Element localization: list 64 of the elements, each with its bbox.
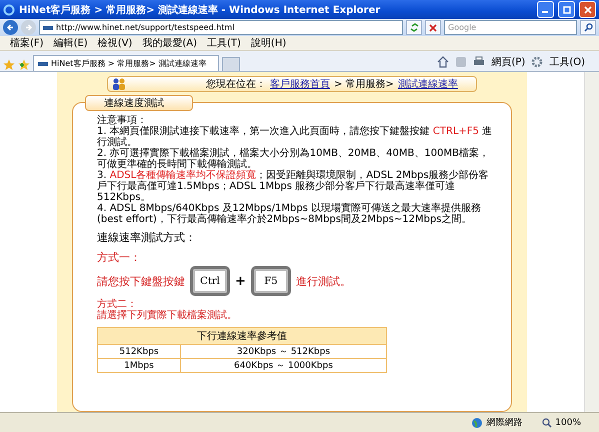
instruction-text: 請選擇下列實際下載檔案測試。 xyxy=(97,310,238,321)
table-cell: 320Kbps ～ 512Kbps xyxy=(180,344,386,358)
plus-sign: + xyxy=(235,274,246,288)
breadcrumb-link[interactable]: 客戶服務首頁 xyxy=(270,77,330,91)
minimize-button[interactable] xyxy=(537,1,554,18)
close-icon xyxy=(429,24,437,32)
note-paragraph: 2. 亦可選擇實際下載檔案測試，檔案大小分別為10MB、20MB、40MB、100MB檔案，可做更準確的長時間下載傳輸測試。 xyxy=(97,148,490,170)
browser-tab[interactable]: HiNet客戶服務 > 常用服務> 測試連線速率 xyxy=(33,55,219,71)
menu-item[interactable]: 我的最愛(A) xyxy=(142,36,197,50)
maximize-button[interactable] xyxy=(558,1,575,18)
table-header: 下行連線速率參考值 xyxy=(98,328,386,344)
browser-logo-icon xyxy=(3,4,15,16)
globe-icon xyxy=(471,416,484,428)
breadcrumb-label: 您現在位在： xyxy=(206,78,266,91)
table-cell: 640Kbps ～ 1000Kbps xyxy=(180,358,386,372)
instruction-text: 請您按下鍵盤按鍵 xyxy=(97,274,185,288)
keycap: F5 xyxy=(250,266,291,296)
star-icon xyxy=(3,59,15,71)
refresh-button[interactable] xyxy=(406,20,422,35)
people-icon xyxy=(112,78,126,90)
zoom-level[interactable]: 100% xyxy=(555,418,581,428)
table-cell: 1Mbps xyxy=(98,358,180,372)
gear-icon xyxy=(531,56,544,68)
feed-icon xyxy=(455,56,468,68)
keycap: Ctrl xyxy=(190,266,230,296)
instruction-text: 進行測試。 xyxy=(296,274,351,288)
note-paragraph: 4. ADSL 8Mbps/640Kbps 及12Mbps/1Mbps 以現場實際可傳送之最大速率提供服務(best effort)，下行最高傳輸速率介於2Mbps~8Mbps間及2Mbps~12Mbps之間。 xyxy=(97,203,482,225)
menu-item[interactable]: 檢視(V) xyxy=(98,36,132,50)
menu-item[interactable]: 工具(T) xyxy=(207,36,241,50)
add-star-icon xyxy=(18,59,30,71)
menu-item[interactable]: 檔案(F) xyxy=(10,36,44,50)
zoom-icon xyxy=(542,418,552,428)
table-cell: 512Kbps xyxy=(98,344,180,358)
printer-icon xyxy=(473,56,486,68)
address-field[interactable]: http://www.hinet.net/support/testspeed.html xyxy=(39,20,403,35)
panel-title: 連線速度測試 xyxy=(85,95,193,111)
zone-label: 網際網路 xyxy=(486,416,522,429)
note-paragraph: 1. 本網頁僅限測試連接下載速率，第一次進入此頁面時，請您按下鍵盤按鍵 CTRL+F5 進行測試。 xyxy=(97,126,494,148)
maximize-icon xyxy=(562,6,570,14)
search-icon xyxy=(584,23,592,32)
breadcrumb-link[interactable]: 測試連線速率 xyxy=(398,77,458,91)
methods-heading: 連線速率測試方式： xyxy=(97,230,197,245)
stop-button[interactable] xyxy=(425,20,441,35)
home-icon xyxy=(437,56,450,68)
tools-menu-button[interactable]: 工具(O) xyxy=(549,54,585,68)
window-title: HiNet客戶服務 > 常用服務> 測試連線速率 - Windows Internet Explorer xyxy=(19,3,382,16)
breadcrumb-text: > 常用服務> xyxy=(334,78,394,91)
page-menu-button[interactable]: 網頁(P) xyxy=(491,54,526,68)
note-paragraph: 3. ADSL各種傳輸速率均不保證頻寬；因受距離與環境限制，ADSL 2Mbps服務少部份客戶下行最高僅可達1.5Mbps；ADSL 1Mbps 服務少部分客戶下行最高速率僅可達512Kbps。 xyxy=(97,170,490,203)
back-arrow-icon xyxy=(6,23,15,32)
method-label: 方式一： xyxy=(97,250,142,265)
menu-item[interactable]: 說明(H) xyxy=(250,36,286,50)
forward-arrow-icon xyxy=(24,23,33,32)
notes-heading: 注意事項： xyxy=(97,115,148,126)
back-button[interactable] xyxy=(3,20,18,35)
search-button[interactable] xyxy=(580,20,596,35)
method-label: 方式二： xyxy=(97,299,138,310)
refresh-icon xyxy=(410,23,418,32)
page-icon xyxy=(38,62,48,66)
menu-item[interactable]: 編輯(E) xyxy=(54,36,88,50)
page-icon xyxy=(43,26,53,30)
close-button[interactable] xyxy=(579,1,596,18)
scrollbar[interactable] xyxy=(584,72,599,412)
close-icon xyxy=(584,6,592,14)
